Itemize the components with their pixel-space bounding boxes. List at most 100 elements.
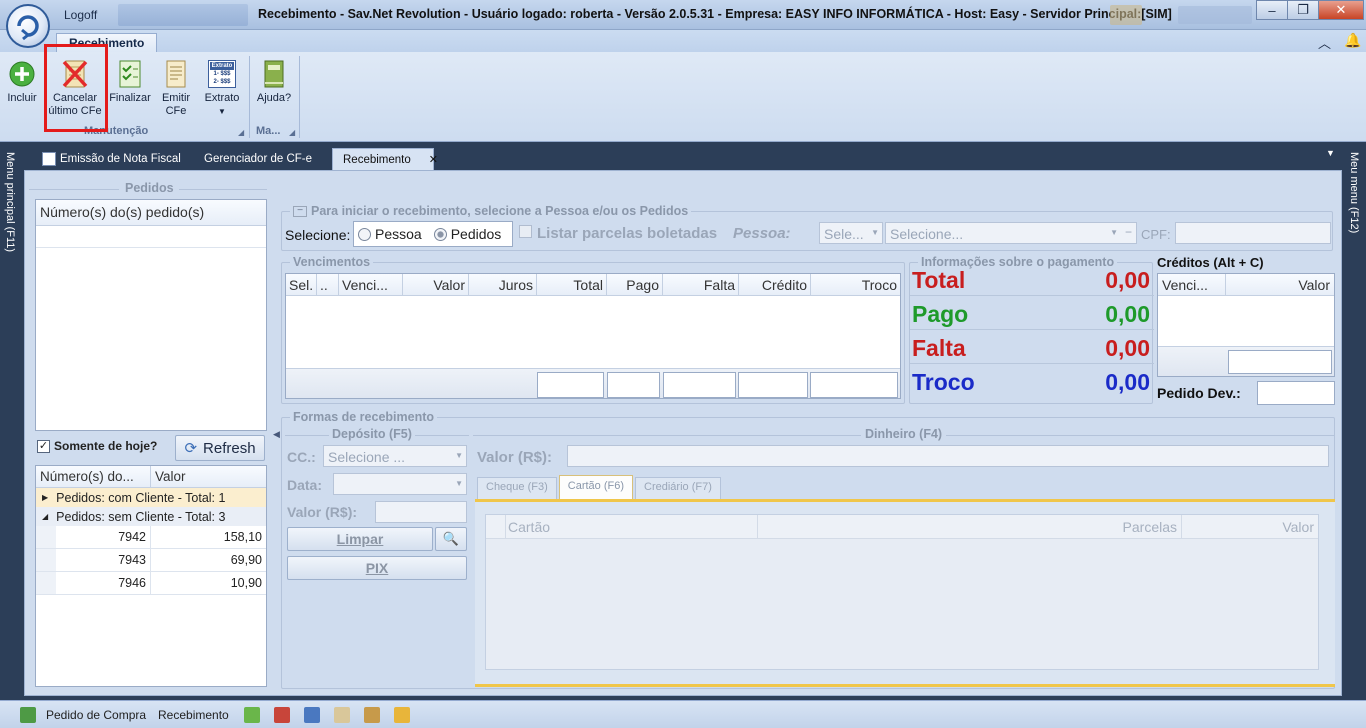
document-icon[interactable] [334,707,350,723]
spreadsheet-green-icon[interactable] [244,707,260,723]
pedidos-input-row[interactable] [36,226,266,248]
refresh-button[interactable]: ⟳ Refresh [175,435,265,461]
limpar-button[interactable]: Limpar [287,527,433,551]
pix-button[interactable]: PIX [287,556,467,580]
collapse-ribbon-icon[interactable]: ︿ [1318,33,1331,52]
users-icon[interactable] [364,707,380,723]
dinheiro-valor-input[interactable] [567,445,1329,467]
data-input[interactable]: ▼ [333,473,467,495]
tabs-dropdown-icon[interactable]: ▼ [1326,148,1335,158]
col-cartao[interactable]: Cartão [506,515,758,538]
col-valor[interactable]: Valor [151,466,190,487]
side-menu-principal[interactable]: Menu principal (F11) [0,146,22,696]
radio-unchecked-icon[interactable] [358,227,371,241]
receipt-icon [161,58,191,90]
purchase-order-icon[interactable] [20,707,36,723]
tab-emissao-nota-fiscal[interactable]: Emissão de Nota Fiscal [32,148,191,170]
spreadsheet-red-icon[interactable] [274,707,290,723]
col-dots[interactable]: .. [317,274,339,295]
help-book-icon [259,58,289,90]
group-expand-icon[interactable]: ◢ [238,128,244,137]
col-pago[interactable]: Pago [607,274,663,295]
pedidos-list[interactable]: Número(s) do(s) pedido(s) [35,199,267,431]
col-total[interactable]: Total [537,274,607,295]
footer-troco-cell [810,372,898,398]
tab-gerenciador-cfe[interactable]: Gerenciador de CF-e [194,148,322,170]
side-meu-menu[interactable]: Meu menu (F12) [1344,146,1366,696]
deposito-valor-input[interactable] [375,501,467,523]
incluir-button[interactable]: Incluir [5,58,39,105]
col-numero[interactable]: Número(s) do... [36,466,151,487]
group-row-com-cliente[interactable]: ▶ Pedidos: com Cliente - Total: 1 [36,488,266,507]
cc-label: CC.: [287,449,316,465]
pessoa-select[interactable]: Selecione... ▼ − [885,222,1137,244]
listar-checkbox[interactable] [519,225,532,238]
col-valor[interactable]: Valor [403,274,469,295]
ribbon: Incluir Cancelar último CFe Finalizar Em… [0,52,1366,142]
cc-select[interactable]: Selecione ... ▼ [323,445,467,467]
table-row[interactable]: 7943 69,90 [36,549,266,572]
clear-icon[interactable]: − [1125,225,1132,239]
maximize-button[interactable]: ❐ [1287,0,1319,20]
add-document-icon[interactable] [304,707,320,723]
title-extra-control[interactable] [1178,6,1252,24]
col-valor[interactable]: Valor [1182,515,1318,538]
finalizar-button[interactable]: Finalizar [108,58,152,105]
group-row-sem-cliente[interactable]: ◢ Pedidos: sem Cliente - Total: 3 [36,507,266,526]
tab-crediario[interactable]: Crediário (F7) [635,477,721,499]
pedidos-grid[interactable]: Número(s) do... Valor ▶ Pedidos: com Cli… [35,465,267,687]
pedido-compra-link[interactable]: Pedido de Compra [46,708,146,722]
pedido-dev-input[interactable] [1257,381,1335,405]
iniciar-legend-text: Para iniciar o recebimento, selecione a … [311,204,689,218]
emitir-cfe-button[interactable]: Emitir CFe [158,58,194,118]
col-vencimento[interactable]: Venci... [339,274,403,295]
app-menu-button[interactable] [6,4,50,48]
formas-legend: Formas de recebimento [290,410,438,424]
dropdown-icon: ▼ [455,479,463,488]
pessoa-radio-label[interactable]: Pessoa [375,226,422,242]
radio-checked-icon[interactable] [433,227,447,241]
logoff-link[interactable]: Logoff [64,8,97,22]
cartao-grid[interactable]: Cartão Parcelas Valor [485,514,1319,670]
col-parcelas[interactable]: Parcelas [758,515,1182,538]
expand-icon[interactable]: ▶ [42,493,48,502]
col-sel[interactable]: Sel. [286,274,317,295]
minimize-button[interactable]: ‒ [1256,0,1288,20]
collapse-toggle-icon[interactable]: − [293,205,307,217]
troco-value: 0,00 [1105,369,1150,395]
tab-cheque[interactable]: Cheque (F3) [477,477,557,499]
search-icon[interactable]: 🔍 [435,527,467,551]
splitter-arrow-icon[interactable]: ◀ [273,429,280,440]
tab-cartao[interactable]: Cartão (F6) [558,475,634,499]
col-falta[interactable]: Falta [663,274,739,295]
col-venci[interactable]: Venci... [1158,274,1226,295]
lock-icon[interactable] [394,707,410,723]
group-expand-icon[interactable]: ◢ [289,128,295,137]
extrato-dropdown-button[interactable]: Extrato 1- $$$ 2- $$$ Extrato ▼ [200,58,244,118]
quick-access-toolbar[interactable] [118,4,248,26]
bell-icon[interactable]: 🔔 [1344,32,1361,49]
col-valor[interactable]: Valor [1226,274,1334,295]
vencimentos-grid[interactable]: Sel. .. Venci... Valor Juros Total Pago … [285,273,901,399]
pedidos-radio-label[interactable]: Pedidos [451,226,502,242]
col-troco[interactable]: Troco [811,274,900,295]
recebimento-link[interactable]: Recebimento [158,708,229,722]
main-content: Pedidos Número(s) do(s) pedido(s) ✓ Some… [24,170,1342,696]
pedidos-list-header: Número(s) do(s) pedido(s) [36,200,266,226]
tab-recebimento[interactable]: Recebimento ✕ [332,148,438,170]
pessoa-type-select[interactable]: Sele... ▼ [819,222,883,244]
table-row[interactable]: 7942 158,10 [36,526,266,549]
close-button[interactable]: ✕ [1318,0,1364,20]
ajuda-button[interactable]: Ajuda? [254,58,294,105]
col-credito[interactable]: Crédito [739,274,811,295]
somente-hoje-checkbox[interactable]: ✓ Somente de hoje? [37,439,157,453]
dinheiro-valor-label: Valor (R$): [477,449,553,466]
collapse-icon[interactable]: ◢ [42,512,48,521]
group-sem-label: Pedidos: sem Cliente - Total: 3 [56,509,226,524]
creditos-grid[interactable]: Venci... Valor [1157,273,1335,377]
close-icon[interactable]: ✕ [429,149,438,171]
table-row[interactable]: 7946 10,90 [36,572,266,595]
cpf-input[interactable] [1175,222,1331,244]
troco-label: Troco [912,369,975,395]
col-juros[interactable]: Juros [469,274,537,295]
